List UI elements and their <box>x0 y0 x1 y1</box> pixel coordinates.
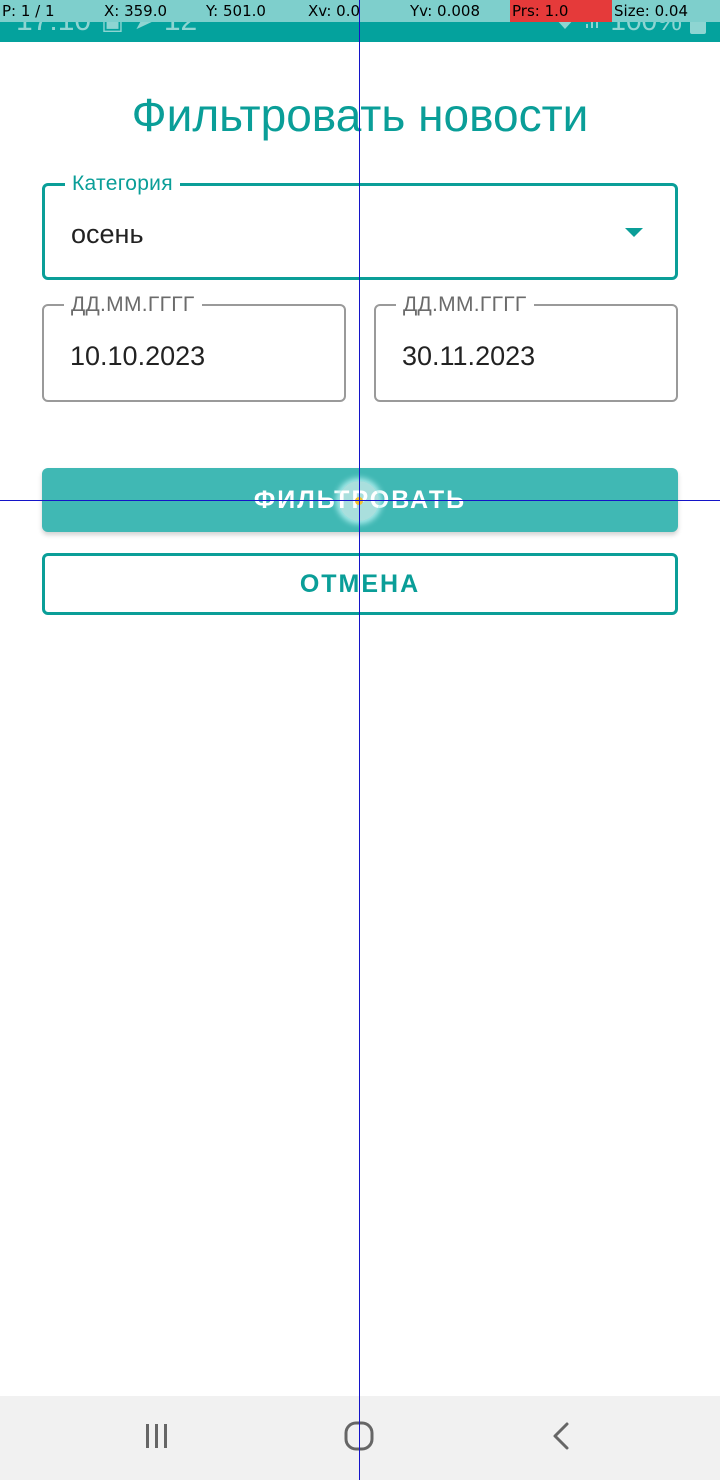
date-to-value: 30.11.2023 <box>402 341 536 371</box>
page-title: Фильтровать новости <box>131 89 589 141</box>
back-icon <box>550 1421 572 1456</box>
overlay-x: X: 359.0 <box>102 0 204 22</box>
overlay-y: Y: 501.0 <box>204 0 306 22</box>
overlay-y-velocity: Yv: 0.008 <box>408 0 510 22</box>
category-dropdown[interactable]: Категория осень <box>42 172 678 280</box>
crosshair-horizontal <box>0 500 720 501</box>
date-from-value: 10.10.2023 <box>70 341 206 371</box>
overlay-pressure: Prs: 1.0 <box>510 0 612 22</box>
navigation-bar <box>0 1396 720 1480</box>
overlay-size: Size: 0.04 <box>612 0 720 22</box>
category-value: осень <box>71 219 144 249</box>
date-to-field[interactable]: ДД.ММ.ГГГГ 30.11.2023 <box>374 293 678 402</box>
recents-button[interactable] <box>127 1414 187 1462</box>
dropdown-arrow-icon[interactable] <box>625 228 643 237</box>
category-label: Категория <box>65 172 180 196</box>
date-to-label: ДД.ММ.ГГГГ <box>396 293 534 317</box>
overlay-pointer-count: P: 1 / 1 <box>0 0 102 22</box>
crosshair-vertical <box>359 0 360 1480</box>
overlay-x-velocity: Xv: 0.0 <box>306 0 408 22</box>
date-from-label: ДД.ММ.ГГГГ <box>64 293 202 317</box>
pointer-location-overlay: P: 1 / 1 X: 359.0 Y: 501.0 Xv: 0.0 Yv: 0… <box>0 0 720 22</box>
recents-icon <box>142 1423 172 1454</box>
back-button[interactable] <box>531 1414 591 1462</box>
date-from-field[interactable]: ДД.ММ.ГГГГ 10.10.2023 <box>42 293 346 402</box>
cancel-button[interactable]: ОТМЕНА <box>42 553 678 615</box>
